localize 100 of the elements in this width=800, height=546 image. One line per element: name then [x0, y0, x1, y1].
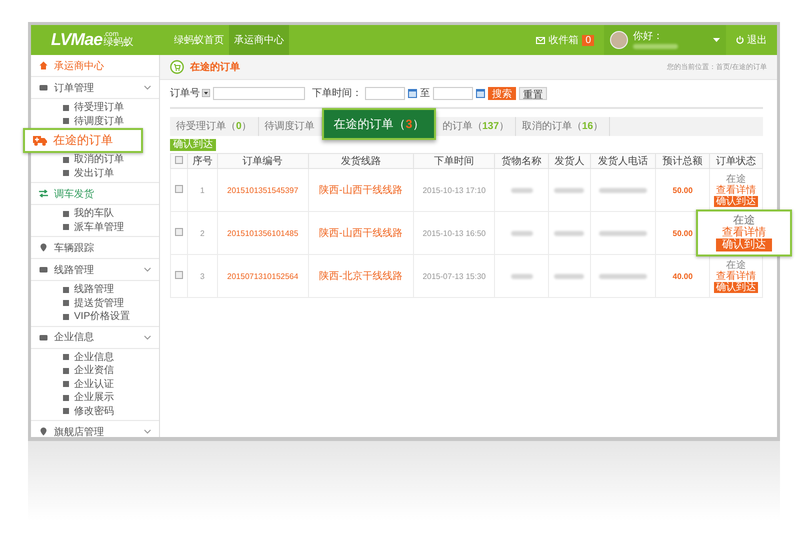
- order-type-select[interactable]: 订单号: [170, 86, 210, 100]
- row-checkbox[interactable]: [175, 270, 183, 278]
- column-header: 序号: [188, 154, 218, 168]
- details-link[interactable]: 查看详情: [722, 226, 766, 238]
- caret-icon: [202, 89, 210, 97]
- details-link[interactable]: 查看详情: [712, 270, 760, 282]
- row-checkbox[interactable]: [175, 228, 183, 236]
- table-cell: 2015-10-13 16:50: [414, 212, 495, 254]
- inbox-link[interactable]: 收件箱: [536, 33, 578, 47]
- blurred-name: [633, 44, 678, 49]
- list-glyph-icon: [63, 104, 69, 111]
- order-tab[interactable]: 待受理订单（0）: [170, 117, 259, 136]
- sidebar-item[interactable]: 承运商中心: [31, 55, 159, 77]
- order-number-link[interactable]: 2015101356101485: [217, 212, 308, 254]
- list-glyph-icon: [63, 314, 69, 320]
- calendar-icon[interactable]: [408, 88, 417, 98]
- table-cell: 2015-07-13 15:30: [414, 254, 495, 298]
- sidebar-subitem[interactable]: 发出订单: [31, 166, 159, 180]
- list-glyph-icon: [63, 156, 69, 163]
- confirm-arrival-button[interactable]: 确认到达: [714, 282, 758, 292]
- sidebar-subitem[interactable]: 提送货管理: [31, 296, 159, 310]
- power-icon: [736, 36, 744, 44]
- nav-link[interactable]: 绿蚂蚁首页: [169, 25, 229, 55]
- list-glyph-icon: [63, 118, 69, 124]
- column-header: 订单编号: [217, 154, 308, 168]
- sidebar-item[interactable]: 调车发货: [31, 183, 159, 205]
- blurred-text: [510, 230, 533, 236]
- column-header: 订单状态: [710, 154, 762, 168]
- user-menu[interactable]: 你好：: [604, 25, 726, 55]
- blurred-text: [598, 188, 647, 192]
- route-link[interactable]: 陕西-北京干线线路: [308, 254, 414, 298]
- menu-glyph-icon: [39, 83, 48, 92]
- greeting: 你好：: [633, 31, 664, 42]
- sidebar-subitem[interactable]: 线路管理: [31, 283, 159, 296]
- search-button[interactable]: 搜索: [488, 86, 516, 100]
- sidebar-item[interactable]: 车辆跟踪: [31, 237, 159, 259]
- avatar-icon: [610, 31, 628, 49]
- confirm-arrival-button[interactable]: 确认到达: [170, 139, 216, 151]
- route-link[interactable]: 陕西-山西干线线路: [308, 212, 414, 254]
- confirm-arrival-button[interactable]: 确认到达: [714, 196, 758, 206]
- sidebar-subitem[interactable]: 修改密码: [31, 404, 159, 418]
- caret-icon: [713, 38, 720, 42]
- sidebar-subitem[interactable]: 我的车队: [31, 207, 159, 220]
- calendar-icon[interactable]: [476, 88, 485, 98]
- sidebar-subitem[interactable]: 企业展示: [31, 391, 159, 404]
- order-tab[interactable]: 在途的订单（3）: [322, 108, 436, 140]
- list-glyph-icon: [63, 224, 69, 230]
- sidebar-item[interactable]: 线路管理: [31, 259, 159, 281]
- list-glyph-icon: [63, 354, 69, 360]
- end-date-input[interactable]: [433, 86, 473, 100]
- inbox-count: 0: [582, 34, 594, 46]
- menu-glyph-icon: [39, 61, 48, 70]
- details-link[interactable]: 查看详情: [712, 184, 760, 196]
- blurred-text: [510, 188, 533, 192]
- order-number-link[interactable]: 2015101351545397: [217, 168, 308, 212]
- callout-menu-item[interactable]: 在途的订单: [23, 128, 143, 153]
- select-all-checkbox[interactable]: [175, 156, 183, 164]
- sidebar-subitem[interactable]: 企业信息: [31, 350, 159, 364]
- status-text: 在途: [733, 214, 755, 226]
- sidebar-subitem[interactable]: 待调度订单: [31, 114, 159, 128]
- blurred-text: [510, 274, 533, 278]
- sidebar-item[interactable]: 企业信息: [31, 326, 159, 348]
- range-separator: 至: [420, 87, 430, 100]
- mail-icon: [536, 36, 546, 44]
- table-cell: 3: [188, 254, 218, 298]
- status-text: 在途: [725, 260, 747, 270]
- logout-link[interactable]: 退出: [726, 33, 777, 47]
- truck-icon: [33, 135, 47, 146]
- sidebar-subitem[interactable]: 待受理订单: [31, 101, 159, 114]
- blurred-text: [554, 274, 584, 278]
- list-glyph-icon: [63, 381, 69, 388]
- column-header: 发货人电话: [590, 154, 656, 168]
- column-header: 发货人: [548, 154, 590, 168]
- menu-glyph-icon: [39, 189, 48, 198]
- start-date-input[interactable]: [365, 86, 405, 100]
- sidebar-item[interactable]: 订单管理: [31, 77, 159, 99]
- route-link[interactable]: 陕西-山西干线线路: [308, 168, 414, 212]
- blurred-text: [554, 230, 584, 236]
- order-number-link[interactable]: 2015071310152564: [217, 254, 308, 298]
- chevron-down-icon: [144, 267, 151, 272]
- list-glyph-icon: [63, 368, 69, 374]
- sidebar-subitem[interactable]: 派车单管理: [31, 220, 159, 234]
- column-header: 发货线路: [308, 154, 414, 168]
- row-checkbox[interactable]: [175, 184, 183, 192]
- list-glyph-icon: [63, 170, 69, 176]
- table-cell: 40.00: [656, 254, 710, 298]
- nav-link[interactable]: 承运商中心: [229, 25, 289, 55]
- table-cell: 2: [188, 212, 218, 254]
- order-tab[interactable]: 的订单（137）: [436, 117, 516, 136]
- list-glyph-icon: [63, 300, 69, 306]
- confirm-arrival-button[interactable]: 确认到达: [716, 238, 772, 252]
- sidebar-subitem[interactable]: 取消的订单: [31, 153, 159, 166]
- column-header: 货物名称: [494, 154, 548, 168]
- sidebar-subitem[interactable]: VIP价格设置: [31, 310, 159, 324]
- sidebar-subitem[interactable]: 企业认证: [31, 378, 159, 391]
- order-tab[interactable]: 取消的订单（16）: [516, 117, 610, 136]
- sidebar-subitem[interactable]: 企业资信: [31, 364, 159, 378]
- reset-button[interactable]: 重置: [519, 86, 547, 100]
- order-number-input[interactable]: [213, 86, 305, 100]
- list-glyph-icon: [63, 210, 69, 217]
